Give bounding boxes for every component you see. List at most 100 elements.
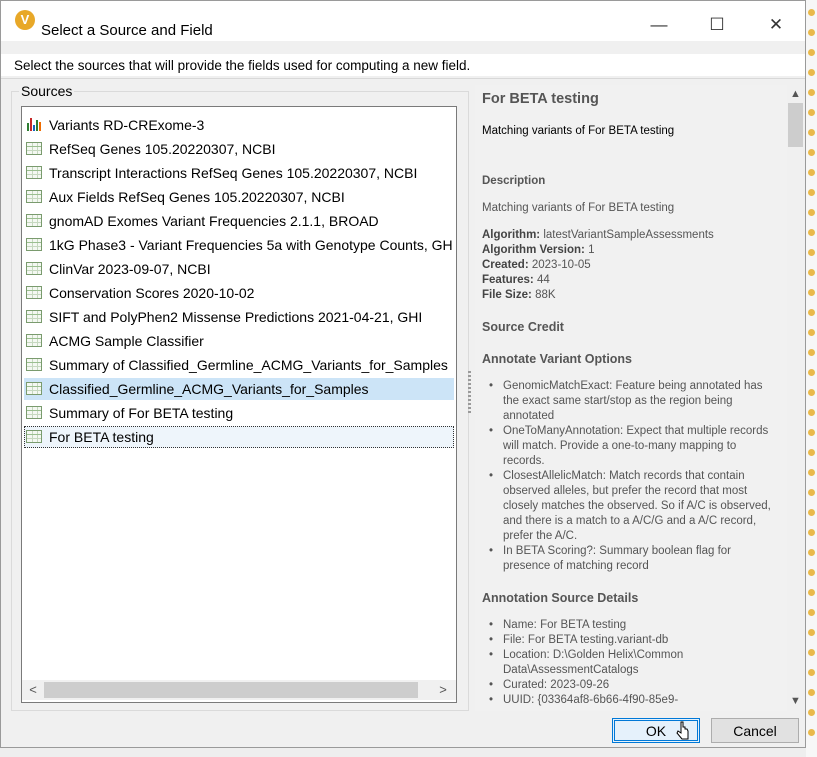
source-list-item-label: For BETA testing [49,429,154,445]
scroll-right-icon[interactable]: > [434,681,452,699]
bg-marker-icon [808,129,815,136]
bg-marker-icon [808,109,815,116]
bg-marker-icon [808,449,815,456]
table-icon [26,142,42,155]
source-list-item[interactable]: Variants RD-CRExome-3 [24,114,454,136]
bg-marker-icon [808,669,815,676]
source-list-item-label: Classified_Germline_ACMG_Variants_for_Sa… [49,381,369,397]
table-icon [26,190,42,203]
bg-marker-icon [808,709,815,716]
close-button[interactable]: ✕ [753,13,799,41]
list-item: OneToManyAnnotation: Expect that multipl… [489,424,773,469]
list-item: File: For BETA testing.variant-db [489,633,773,648]
app-logo-icon: V [15,10,35,30]
source-list-item-label: ACMG Sample Classifier [49,333,204,349]
source-list-item[interactable]: ACMG Sample Classifier [24,330,454,352]
background-app-strip [806,0,817,757]
source-list-item-label: 1kG Phase3 - Variant Frequencies 5a with… [49,237,453,253]
bg-marker-icon [808,409,815,416]
bg-marker-icon [808,269,815,276]
list-item: Location: D:\Golden Helix\Common Data\As… [489,648,773,678]
table-icon [26,262,42,275]
bg-marker-icon [808,309,815,316]
sources-list[interactable]: Variants RD-CRExome-3 RefSeq Genes 105.20… [21,106,457,703]
bg-marker-icon [808,649,815,656]
source-list-item-label: gnomAD Exomes Variant Frequencies 2.1.1,… [49,213,379,229]
scrollbar-thumb[interactable] [44,682,418,698]
detail-vertical-scrollbar[interactable]: ▲ ▼ [787,85,804,711]
source-list-item[interactable]: RefSeq Genes 105.20220307, NCBI [24,138,454,160]
bg-marker-icon [808,149,815,156]
window-title: Select a Source and Field [41,22,213,39]
source-list-item[interactable]: SIFT and PolyPhen2 Missense Predictions … [24,306,454,328]
mouse-cursor-icon [676,721,689,740]
title-bar[interactable]: V Select a Source and Field — ☐ ✕ [1,1,805,41]
list-item: UUID: {03364af8-6b66-4f90-85e9- [489,693,773,708]
table-icon [26,238,42,251]
source-list-item[interactable]: Summary of Classified_Germline_ACMG_Vari… [24,354,454,376]
source-list-item[interactable]: 1kG Phase3 - Variant Frequencies 5a with… [24,234,454,256]
scroll-left-icon[interactable]: < [24,681,42,699]
detail-title: For BETA testing [482,91,599,107]
detail-metadata: Algorithm: latestVariantSampleAssessment… [482,228,714,303]
source-list-item[interactable]: Conservation Scores 2020-10-02 [24,282,454,304]
source-list-item[interactable]: Aux Fields RefSeq Genes 105.20220307, NC… [24,186,454,208]
bg-marker-icon [808,49,815,56]
source-list-item-label: Variants RD-CRExome-3 [49,117,205,133]
meta-created: Created: 2023-10-05 [482,259,591,271]
source-details-heading: Annotation Source Details [482,591,639,605]
detail-subtitle: Matching variants of For BETA testing [482,125,675,137]
bg-marker-icon [808,89,815,96]
source-list-item[interactable]: ClinVar 2023-09-07, NCBI [24,258,454,280]
minimize-button[interactable]: — [636,13,682,41]
bg-marker-icon [808,169,815,176]
source-list-item-label: Aux Fields RefSeq Genes 105.20220307, NC… [49,189,345,205]
bg-marker-icon [808,229,815,236]
bg-marker-icon [808,389,815,396]
source-list-item-label: ClinVar 2023-09-07, NCBI [49,261,211,277]
bg-marker-icon [808,729,815,736]
sources-horizontal-scrollbar[interactable]: < > [22,680,456,700]
source-list-item[interactable]: Classified_Germline_ACMG_Variants_for_Sa… [24,378,454,400]
bg-marker-icon [808,529,815,536]
table-icon [26,214,42,227]
table-icon [26,382,42,395]
source-detail-panel: For BETA testing Matching variants of Fo… [475,85,787,711]
table-icon [26,406,42,419]
sources-legend: Sources [19,83,75,99]
bg-marker-icon [808,549,815,556]
list-item: In BETA Scoring?: Summary boolean flag f… [489,544,773,574]
source-list-item[interactable]: gnomAD Exomes Variant Frequencies 2.1.1,… [24,210,454,232]
scroll-down-icon[interactable]: ▼ [787,693,804,710]
bg-marker-icon [808,569,815,576]
source-list-item-label: RefSeq Genes 105.20220307, NCBI [49,141,276,157]
source-list-item-label: SIFT and PolyPhen2 Missense Predictions … [49,309,423,325]
bg-marker-icon [808,209,815,216]
bg-marker-icon [808,369,815,376]
table-icon [26,310,42,323]
source-list-item[interactable]: Transcript Interactions RefSeq Genes 105… [24,162,454,184]
bg-marker-icon [808,69,815,76]
splitter-handle[interactable] [468,371,471,413]
bg-marker-icon [808,289,815,296]
maximize-button[interactable]: ☐ [694,13,740,41]
source-list-item-label: Conservation Scores 2020-10-02 [49,285,255,301]
bg-marker-icon [808,609,815,616]
bg-marker-icon [808,429,815,436]
list-item: ClosestAllelicMatch: Match records that … [489,469,773,544]
scrollbar-thumb[interactable] [788,103,803,147]
source-list-item[interactable]: Summary of For BETA testing [24,402,454,424]
table-icon [26,166,42,179]
bg-marker-icon [808,489,815,496]
annotate-options-list: GenomicMatchExact: Feature being annotat… [489,379,773,574]
source-list-item[interactable]: For BETA testing [24,426,454,448]
bg-marker-icon [808,349,815,356]
bg-marker-icon [808,189,815,196]
cancel-button[interactable]: Cancel [711,718,799,743]
source-list-item-label: Transcript Interactions RefSeq Genes 105… [49,165,418,181]
annotate-options-heading: Annotate Variant Options [482,352,633,366]
instruction-text: Select the sources that will provide the… [14,58,471,73]
table-icon [26,334,42,347]
table-icon [26,430,42,443]
scroll-up-icon[interactable]: ▲ [787,86,804,103]
